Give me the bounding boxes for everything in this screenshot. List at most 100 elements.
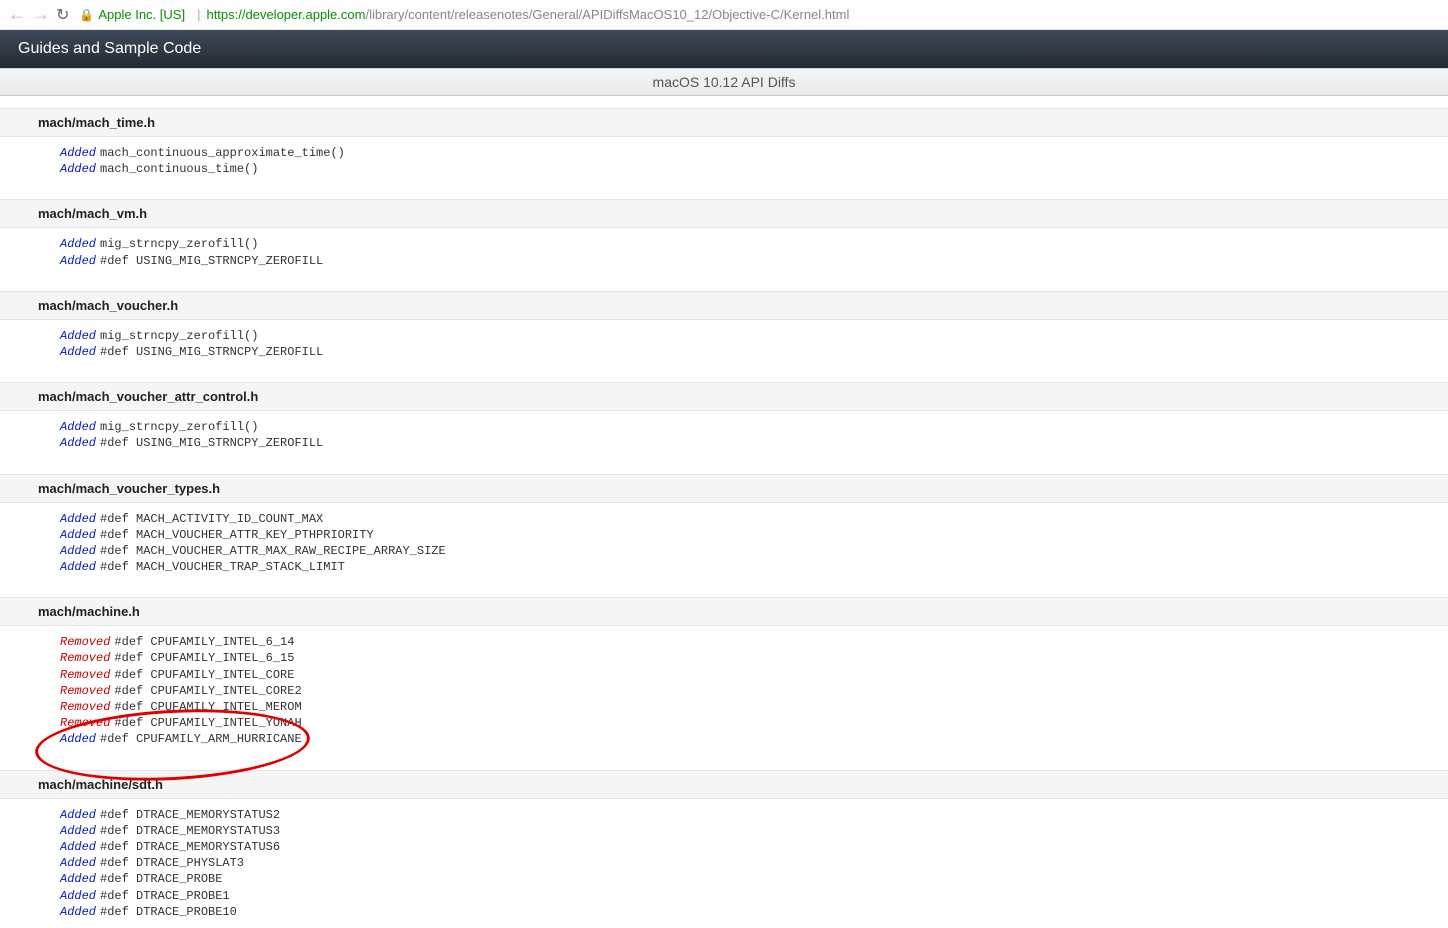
symbol-text[interactable]: #def MACH_VOUCHER_TRAP_STACK_LIMIT <box>100 560 345 574</box>
lock-icon: 🔒 <box>79 8 94 22</box>
site-header: Guides and Sample Code <box>0 30 1448 68</box>
added-tag: Added <box>60 237 96 251</box>
added-tag: Added <box>60 889 96 903</box>
symbol-text[interactable]: #def CPUFAMILY_INTEL_YONAH <box>114 716 301 730</box>
diff-line: Added mach_continuous_approximate_time() <box>60 145 1448 161</box>
diff-line: Added #def USING_MIG_STRNCPY_ZEROFILL <box>60 253 1448 269</box>
symbol-text[interactable]: mach_continuous_approximate_time() <box>100 146 345 160</box>
removed-tag: Removed <box>60 635 110 649</box>
diff-line: Added #def MACH_VOUCHER_ATTR_KEY_PTHPRIOR… <box>60 527 1448 543</box>
diff-line: Added #def MACH_VOUCHER_ATTR_MAX_RAW_RECI… <box>60 543 1448 559</box>
added-tag: Added <box>60 528 96 542</box>
diff-line: Added #def USING_MIG_STRNCPY_ZEROFILL <box>60 435 1448 451</box>
symbol-text[interactable]: #def DTRACE_MEMORYSTATUS3 <box>100 824 280 838</box>
diff-line: Added #def DTRACE_MEMORYSTATUS6 <box>60 839 1448 855</box>
added-tag: Added <box>60 329 96 343</box>
diff-block: Added#def MACH_ACTIVITY_ID_COUNT_MAXAdde… <box>0 503 1448 584</box>
symbol-text[interactable]: #def CPUFAMILY_INTEL_CORE <box>114 668 294 682</box>
diff-block: Added mig_strncpy_zerofill() Added #def USI… <box>0 320 1448 368</box>
symbol-text[interactable]: mig_strncpy_zerofill() <box>100 329 258 343</box>
section-header: mach/mach_voucher_types.h <box>0 474 1448 503</box>
added-tag: Added <box>60 856 96 870</box>
added-tag: Added <box>60 436 96 450</box>
symbol-text[interactable]: #def CPUFAMILY_INTEL_CORE2 <box>114 684 301 698</box>
removed-tag: Removed <box>60 716 110 730</box>
symbol-text[interactable]: #def CPUFAMILY_INTEL_MEROM <box>114 700 301 714</box>
symbol-text[interactable]: #def DTRACE_MEMORYSTATUS2 <box>100 808 280 822</box>
symbol-text[interactable]: #def CPUFAMILY_ARM_HURRICANE <box>100 732 302 746</box>
added-tag: Added <box>60 872 96 886</box>
added-tag: Added <box>60 840 96 854</box>
symbol-text[interactable]: #def DTRACE_PHYSLAT3 <box>100 856 244 870</box>
added-tag: Added <box>60 512 96 526</box>
section-header: mach/mach_vm.h <box>0 199 1448 228</box>
symbol-text[interactable]: mach_continuous_time() <box>100 162 258 176</box>
diff-line: Added #def USING_MIG_STRNCPY_ZEROFILL <box>60 344 1448 360</box>
added-tag: Added <box>60 254 96 268</box>
added-tag: Added <box>60 905 96 919</box>
diff-block: Added #def DTRACE_MEMORYSTATUS2 Added #def … <box>0 799 1448 928</box>
diff-line: Added mig_strncpy_zerofill() <box>60 328 1448 344</box>
section-header: mach/machine/sdt.h <box>0 770 1448 799</box>
symbol-text[interactable]: #def CPUFAMILY_INTEL_6_15 <box>114 651 294 665</box>
diff-line: Added #def DTRACE_MEMORYSTATUS2 <box>60 807 1448 823</box>
url-path: /library/content/releasenotes/General/AP… <box>365 7 849 22</box>
added-tag: Added <box>60 808 96 822</box>
section-header: mach/machine.h <box>0 597 1448 626</box>
address-bar[interactable]: 🔒 Apple Inc. [US] | https://developer.ap… <box>79 7 1440 22</box>
added-tag: Added <box>60 345 96 359</box>
diff-line: Added #def DTRACE_PROBE <box>60 871 1448 887</box>
symbol-text[interactable]: #def DTRACE_MEMORYSTATUS6 <box>100 840 280 854</box>
back-button[interactable]: ← <box>8 4 26 25</box>
diff-line: Added mig_strncpy_zerofill() <box>60 419 1448 435</box>
browser-toolbar: ← → ↻ 🔒 Apple Inc. [US] | https://develo… <box>0 0 1448 30</box>
added-tag: Added <box>60 824 96 838</box>
section-header: mach/mach_voucher_attr_control.h <box>0 382 1448 411</box>
diff-line: Addedmach_continuous_time() <box>60 161 1448 177</box>
removed-tag: Removed <box>60 700 110 714</box>
added-tag: Added <box>60 544 96 558</box>
removed-tag: Removed <box>60 651 110 665</box>
added-tag: Added <box>60 420 96 434</box>
diff-block: Added mig_strncpy_zerofill() Added #def USI… <box>0 228 1448 276</box>
section-header: mach/mach_voucher.h <box>0 291 1448 320</box>
added-tag: Added <box>60 732 96 746</box>
diff-line: Removed #def CPUFAMILY_INTEL_CORE2 <box>60 683 1448 699</box>
diff-line: Removed #def CPUFAMILY_INTEL_MEROM <box>60 699 1448 715</box>
symbol-text[interactable]: #def MACH_VOUCHER_ATTR_MAX_RAW_RECIPE_AR… <box>100 544 446 558</box>
symbol-text[interactable]: #def USING_MIG_STRNCPY_ZEROFILL <box>100 436 323 450</box>
removed-tag: Removed <box>60 684 110 698</box>
diff-line: Removed #def CPUFAMILY_INTEL_6_15 <box>60 650 1448 666</box>
symbol-text[interactable]: mig_strncpy_zerofill() <box>100 420 258 434</box>
site-identity: Apple Inc. [US] <box>98 7 185 22</box>
diff-line: Added #def DTRACE_PHYSLAT3 <box>60 855 1448 871</box>
symbol-text[interactable]: #def DTRACE_PROBE1 <box>100 889 230 903</box>
page-subheader: macOS 10.12 API Diffs <box>0 68 1448 96</box>
diff-line: Added mig_strncpy_zerofill() <box>60 236 1448 252</box>
diff-line: Added #def MACH_ACTIVITY_ID_COUNT_MAX <box>60 511 1448 527</box>
removed-tag: Removed <box>60 668 110 682</box>
symbol-text[interactable]: mig_strncpy_zerofill() <box>100 237 258 251</box>
refresh-button[interactable]: ↻ <box>56 5 69 25</box>
page-subheader-title: macOS 10.12 API Diffs <box>653 74 796 90</box>
added-tag: Added <box>60 146 96 160</box>
diff-line: Added #def CPUFAMILY_ARM_HURRICANE <box>60 731 1448 747</box>
symbol-text[interactable]: #def DTRACE_PROBE <box>100 872 222 886</box>
address-separator: | <box>197 7 200 22</box>
symbol-text[interactable]: #def DTRACE_PROBE10 <box>100 905 237 919</box>
diff-line: Added #def DTRACE_MEMORYSTATUS3 <box>60 823 1448 839</box>
symbol-text[interactable]: #def USING_MIG_STRNCPY_ZEROFILL <box>100 345 323 359</box>
site-header-title: Guides and Sample Code <box>18 40 201 57</box>
diff-line: Removed #def CPUFAMILY_INTEL_YONAH <box>60 715 1448 731</box>
diff-line: Removed #def CPUFAMILY_INTEL_6_14 <box>60 634 1448 650</box>
section-header: mach/mach_time.h <box>0 108 1448 137</box>
symbol-text[interactable]: #def CPUFAMILY_INTEL_6_14 <box>114 635 294 649</box>
symbol-text[interactable]: #def MACH_VOUCHER_ATTR_KEY_PTHPRIORITY <box>100 528 374 542</box>
symbol-text[interactable]: #def MACH_ACTIVITY_ID_COUNT_MAX <box>100 512 323 526</box>
diff-block: Removed #def CPUFAMILY_INTEL_6_14 Removed #… <box>0 626 1448 755</box>
url-host: https://developer.apple.com <box>206 7 365 22</box>
diff-line: Added #def DTRACE_PROBE1 <box>60 888 1448 904</box>
symbol-text[interactable]: #def USING_MIG_STRNCPY_ZEROFILL <box>100 254 323 268</box>
forward-button[interactable]: → <box>32 4 50 25</box>
added-tag: Added <box>60 560 96 574</box>
